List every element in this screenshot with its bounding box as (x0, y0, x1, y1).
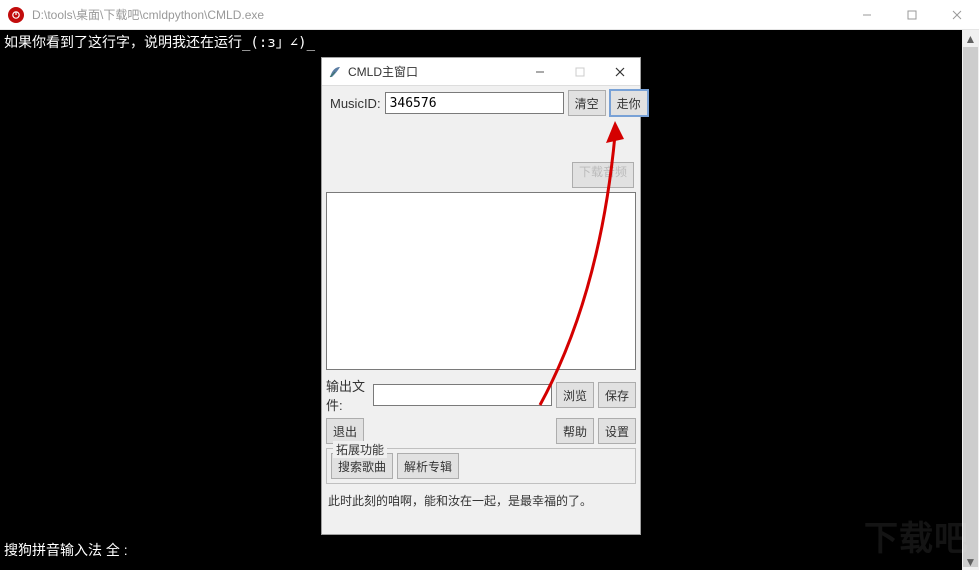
netease-icon (8, 7, 24, 23)
scroll-up-icon[interactable]: ▲ (962, 30, 979, 47)
settings-button[interactable]: 设置 (598, 418, 636, 444)
go-button[interactable]: 走你 (610, 90, 648, 116)
maximize-button[interactable] (889, 0, 934, 30)
save-button[interactable]: 保存 (598, 382, 636, 408)
cmld-main-window: CMLD主窗口 MusicID: 清空 走你 下载音频 输出文件: 浏览 保存 … (321, 57, 641, 535)
close-button[interactable] (934, 0, 979, 30)
extensions-fieldset: 拓展功能 搜索歌曲 解析专辑 (326, 448, 636, 484)
outfile-label: 输出文件: (326, 376, 369, 414)
tk-minimize-button[interactable] (520, 58, 560, 86)
outfile-input[interactable] (373, 384, 552, 406)
help-button[interactable]: 帮助 (556, 418, 594, 444)
tk-titlebar: CMLD主窗口 (322, 58, 640, 86)
minimize-button[interactable] (844, 0, 889, 30)
ime-status: 搜狗拼音输入法 全 : (4, 540, 128, 560)
outer-titlebar: D:\tools\桌面\下载吧\cmldpython\CMLD.exe (0, 0, 979, 30)
musicid-label: MusicID: (326, 96, 385, 111)
scroll-thumb[interactable] (963, 47, 978, 567)
tk-title: CMLD主窗口 (348, 63, 520, 80)
browse-button[interactable]: 浏览 (556, 382, 594, 408)
console-line: 如果你看到了这行字，说明我还在运行_(:з」∠)_ (4, 35, 315, 51)
scrollbar[interactable]: ▲ ▼ (962, 30, 979, 570)
extensions-legend: 拓展功能 (333, 441, 387, 458)
output-textarea[interactable] (326, 192, 636, 370)
tk-maximize-button (560, 58, 600, 86)
musicid-input[interactable] (385, 92, 564, 114)
watermark-text: 下载吧 (864, 511, 969, 560)
outer-title: D:\tools\桌面\下载吧\cmldpython\CMLD.exe (32, 6, 844, 23)
tk-close-button[interactable] (600, 58, 640, 86)
download-audio-button[interactable]: 下载音频 (572, 162, 634, 188)
status-text: 此时此刻的咱啊，能和汝在一起，是最幸福的了。 (326, 490, 636, 511)
parse-album-button[interactable]: 解析专辑 (397, 453, 459, 479)
clear-button[interactable]: 清空 (568, 90, 606, 116)
tk-feather-icon (328, 65, 342, 79)
